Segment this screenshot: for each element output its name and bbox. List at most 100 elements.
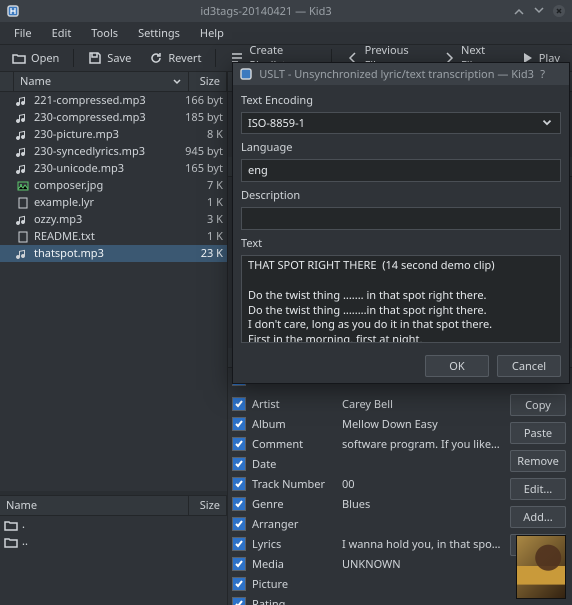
file-row[interactable]: 230-syncedlyrics.mp3945 byt — [0, 143, 227, 160]
tag-label: Artist — [252, 397, 336, 412]
tag-label: Genre — [252, 497, 336, 512]
sort-asc-icon — [172, 75, 182, 89]
save-button[interactable]: Save — [80, 47, 139, 70]
menu-file[interactable]: File — [4, 22, 42, 44]
tag-check[interactable] — [232, 577, 246, 591]
file-list[interactable]: 221-compressed.mp3166 byt230-compressed.… — [0, 92, 227, 491]
menu-settings[interactable]: Settings — [128, 22, 190, 44]
tag-row[interactable]: MediaUNKNOWN — [228, 554, 502, 574]
tag-table: ArtistCarey BellAlbumMellow Down EasyCom… — [228, 394, 502, 605]
file-size: 23 K — [183, 246, 227, 261]
maximize-button[interactable] — [532, 4, 546, 18]
tag-row[interactable]: Track Number 00 — [228, 474, 502, 494]
tag-check[interactable] — [232, 477, 246, 491]
audio-file-icon — [16, 128, 30, 142]
tag-label: Track Number — [252, 477, 336, 492]
file-row[interactable]: 230-compressed.mp3185 byt — [0, 109, 227, 126]
tag-check[interactable] — [232, 457, 246, 471]
tag-label: Date — [252, 457, 336, 472]
tag-check[interactable] — [232, 397, 246, 411]
minimize-button[interactable] — [512, 4, 526, 18]
dir-list-header: Name Size — [0, 496, 227, 516]
menu-edit[interactable]: Edit — [42, 22, 82, 44]
tag-value[interactable]: Blues — [342, 497, 502, 512]
album-art[interactable] — [516, 535, 566, 599]
tag-label: Comment — [252, 437, 336, 452]
file-row[interactable]: 230-picture.mp38 K — [0, 126, 227, 143]
tag-check[interactable] — [232, 597, 246, 605]
dir-row[interactable]: . — [0, 516, 227, 533]
tag-row[interactable]: Artist Carey Bell — [228, 394, 502, 414]
copy-button[interactable]: Copy — [510, 394, 566, 416]
tag-check[interactable] — [232, 537, 246, 551]
folder-open-icon — [12, 51, 26, 65]
text-label: Text — [241, 236, 561, 251]
tag-row[interactable]: Genre Blues — [228, 494, 502, 514]
separator — [215, 49, 216, 67]
tag-value[interactable]: software program. If you like this trac.… — [342, 437, 502, 452]
menu-tools[interactable]: Tools — [81, 22, 128, 44]
tag-check[interactable] — [232, 517, 246, 531]
column-name[interactable]: Name — [14, 72, 189, 91]
tag-check[interactable] — [232, 497, 246, 511]
file-size: 165 byt — [183, 161, 227, 176]
ok-button[interactable]: OK — [425, 355, 489, 377]
edit-button[interactable]: Edit... — [510, 478, 566, 500]
audio-file-icon — [16, 162, 30, 176]
dir-rows[interactable]: ... — [0, 516, 227, 605]
tag-check[interactable] — [232, 417, 246, 431]
file-row[interactable]: 221-compressed.mp3166 byt — [0, 92, 227, 109]
dir-name: . — [22, 517, 25, 532]
text-file-icon — [16, 230, 30, 244]
tag-check[interactable] — [232, 437, 246, 451]
file-size: 3 K — [183, 212, 227, 227]
dir-column-size[interactable]: Size — [189, 496, 227, 515]
file-row[interactable]: 230-unicode.mp3165 byt — [0, 160, 227, 177]
file-size: 1 K — [183, 229, 227, 244]
tag-row[interactable]: Rating — [228, 594, 502, 605]
tag-value[interactable]: 00 — [342, 477, 502, 492]
file-row[interactable]: example.lyr1 K — [0, 194, 227, 211]
column-size[interactable]: Size — [189, 72, 227, 91]
tag-row[interactable]: Comment software program. If you like thi… — [228, 434, 502, 454]
text-textarea[interactable] — [241, 255, 561, 343]
revert-button[interactable]: Revert — [141, 47, 209, 70]
tag-value[interactable]: Carey Bell — [342, 397, 502, 412]
dir-column-name[interactable]: Name — [0, 496, 189, 515]
file-row[interactable]: thatspot.mp323 K — [0, 245, 227, 262]
file-name: composer.jpg — [34, 178, 183, 193]
separator — [73, 49, 74, 67]
open-button[interactable]: Open — [4, 47, 67, 70]
add-button[interactable]: Add... — [510, 506, 566, 528]
language-input[interactable] — [241, 159, 561, 182]
file-size: 945 byt — [183, 144, 227, 159]
dir-row[interactable]: .. — [0, 533, 227, 550]
tag-check[interactable] — [232, 557, 246, 571]
tag-row[interactable]: Picture — [228, 574, 502, 594]
text-file-icon — [16, 196, 30, 210]
audio-file-icon — [16, 145, 30, 159]
file-row[interactable]: composer.jpg7 K — [0, 177, 227, 194]
tag-row[interactable]: LyricsI wanna hold you, in that spot rig… — [228, 534, 502, 554]
text-encoding-value: ISO-8859-1 — [248, 116, 305, 131]
column-size-label: Size — [200, 74, 220, 89]
tag-row[interactable]: AlbumMellow Down Easy — [228, 414, 502, 434]
dialog-help-button[interactable]: ? — [540, 67, 545, 82]
file-list-header: Name Size — [0, 72, 227, 92]
description-input[interactable] — [241, 207, 561, 230]
tag-row[interactable]: Arranger — [228, 514, 502, 534]
file-row[interactable]: ozzy.mp33 K — [0, 211, 227, 228]
close-button[interactable] — [552, 4, 566, 18]
file-name: 230-unicode.mp3 — [34, 161, 183, 176]
tag-value[interactable]: Mellow Down Easy — [342, 417, 502, 432]
tag-value[interactable]: I wanna hold you, in that spot right th.… — [342, 537, 502, 552]
left-panel: Name Size 221-compressed.mp3166 byt230-c… — [0, 72, 228, 605]
tag-row[interactable]: Date — [228, 454, 502, 474]
paste-button[interactable]: Paste — [510, 422, 566, 444]
tag-value[interactable]: UNKNOWN — [342, 557, 502, 572]
cancel-button[interactable]: Cancel — [497, 355, 561, 377]
text-encoding-select[interactable]: ISO-8859-1 — [241, 112, 561, 134]
remove-button[interactable]: Remove — [510, 450, 566, 472]
file-row[interactable]: README.txt1 K — [0, 228, 227, 245]
tag-label: Picture — [252, 577, 336, 592]
